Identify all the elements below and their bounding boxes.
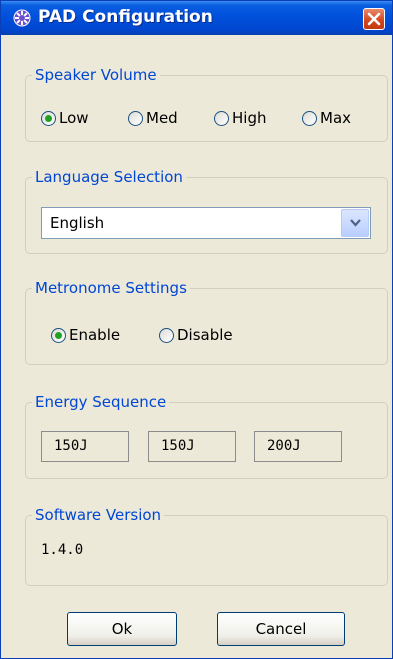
metronome-radio-disable[interactable]: Disable [159, 326, 233, 344]
radio-selected-icon [41, 110, 56, 126]
metronome-radio-enable[interactable]: Enable [51, 326, 120, 344]
language-select[interactable]: English [41, 207, 371, 239]
metronome-label-enable: Enable [69, 326, 121, 344]
volume-radio-max[interactable]: Max [302, 109, 351, 127]
metronome-settings-group: Metronome Settings [25, 279, 388, 365]
software-version-value: 1.4.0 [41, 542, 84, 558]
window-title: PAD Configuration [38, 7, 213, 27]
close-button[interactable] [363, 8, 385, 30]
energy-value-2: 150J [148, 431, 236, 462]
speaker-volume-group: Speaker Volume [25, 66, 388, 142]
radio-unselected-icon [214, 110, 229, 126]
dropdown-arrow-button[interactable] [341, 209, 369, 237]
metronome-settings-legend: Metronome Settings [35, 279, 187, 297]
language-selection-legend: Language Selection [35, 168, 183, 186]
metronome-label-disable: Disable [177, 326, 233, 344]
energy-value-1: 150J [41, 431, 129, 462]
title-bar[interactable]: PAD Configuration [1, 1, 392, 35]
radio-unselected-icon [159, 327, 174, 343]
radio-selected-icon [51, 327, 66, 343]
language-select-value: English [50, 214, 105, 232]
radio-unselected-icon [302, 110, 317, 126]
radio-unselected-icon [128, 110, 143, 126]
ok-button[interactable]: Ok [67, 612, 177, 646]
speaker-volume-legend: Speaker Volume [35, 66, 157, 84]
software-version-legend: Software Version [35, 506, 162, 524]
volume-radio-med[interactable]: Med [128, 109, 178, 127]
chevron-down-icon [350, 219, 361, 227]
volume-radio-high[interactable]: High [214, 109, 266, 127]
energy-sequence-legend: Energy Sequence [35, 393, 167, 411]
cancel-button[interactable]: Cancel [217, 612, 345, 646]
volume-label-low: Low [59, 109, 89, 127]
pad-configuration-dialog: PAD Configuration Speaker Volume Low Med… [0, 0, 393, 659]
energy-value-3: 200J [254, 431, 342, 462]
volume-label-high: High [232, 109, 267, 127]
gear-icon [13, 9, 31, 27]
volume-label-max: Max [320, 109, 352, 127]
close-icon [367, 12, 381, 26]
volume-label-med: Med [146, 109, 178, 127]
volume-radio-low[interactable]: Low [41, 109, 89, 127]
